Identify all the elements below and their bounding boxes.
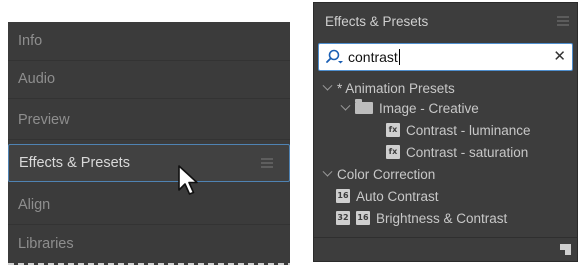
panel-item-label: Audio <box>18 71 56 87</box>
panel-title: Effects & Presets <box>325 13 429 29</box>
tree-item-label: Brightness & Contrast <box>376 210 508 226</box>
panel-item-audio[interactable]: Audio <box>8 60 290 99</box>
animation-preset-icon: fx <box>386 123 400 137</box>
panel-footer <box>314 237 577 261</box>
effect-16bpc-icon: 16 <box>336 189 350 203</box>
tree-category-color-correction[interactable]: Color Correction <box>322 163 436 185</box>
search-input[interactable]: contrast <box>345 49 398 65</box>
panel-item-preview[interactable]: Preview <box>8 101 290 140</box>
tree-item-auto-contrast[interactable]: 16 Auto Contrast <box>336 185 439 207</box>
tree-item-label: * Animation Presets <box>337 80 455 96</box>
tree-item-label: Image - Creative <box>379 100 479 116</box>
tree-item-label: Contrast - luminance <box>406 122 531 138</box>
panel-item-align[interactable]: Align <box>8 186 290 225</box>
tree-item-brightness-contrast[interactable]: 32 16 Brightness & Contrast <box>336 207 507 229</box>
panel-header: Effects & Presets <box>314 3 577 39</box>
folder-icon <box>355 99 373 114</box>
panel-item-label: Preview <box>18 112 70 128</box>
tree-category-animation-presets[interactable]: * Animation Presets <box>322 77 455 99</box>
text-caret <box>398 49 400 65</box>
search-icon[interactable] <box>323 48 345 66</box>
new-item-icon[interactable] <box>560 244 571 255</box>
tree-item-label: Auto Contrast <box>356 188 439 204</box>
panel-item-label: Align <box>18 197 51 213</box>
effect-16bpc-icon: 16 <box>356 211 370 225</box>
panel-item-effects-presets[interactable]: Effects & Presets <box>8 144 290 182</box>
chevron-down-icon[interactable] <box>322 166 333 177</box>
tree-item-contrast-saturation[interactable]: fx Contrast - saturation <box>386 141 528 163</box>
panel-item-label: Effects & Presets <box>19 155 130 171</box>
hamburger-menu-icon[interactable] <box>557 16 569 26</box>
tree-item-contrast-luminance[interactable]: fx Contrast - luminance <box>386 119 531 141</box>
mouse-pointer-icon <box>178 165 198 195</box>
panel-item-label: Libraries <box>18 236 74 252</box>
effects-presets-panel: Effects & Presets contrast ✕ * Animation… <box>313 2 578 262</box>
panel-item-label: Info <box>18 33 43 49</box>
animation-preset-icon: fx <box>386 145 400 159</box>
hamburger-menu-icon[interactable] <box>261 158 273 168</box>
effect-32bpc-icon: 32 <box>336 211 350 225</box>
chevron-down-icon[interactable] <box>340 100 351 111</box>
tree-item-label: Color Correction <box>337 166 436 182</box>
search-field[interactable]: contrast ✕ <box>318 43 573 71</box>
panel-item-libraries[interactable]: Libraries <box>8 225 290 263</box>
tree-item-label: Contrast - saturation <box>406 144 529 160</box>
chevron-down-icon[interactable] <box>322 80 333 91</box>
panel-item-info[interactable]: Info <box>8 22 290 61</box>
close-icon[interactable]: ✕ <box>553 47 566 65</box>
panels-list: Info Audio Preview Effects & Presets Ali… <box>8 22 290 265</box>
tree-folder-image-creative[interactable]: Image - Creative <box>340 97 479 119</box>
